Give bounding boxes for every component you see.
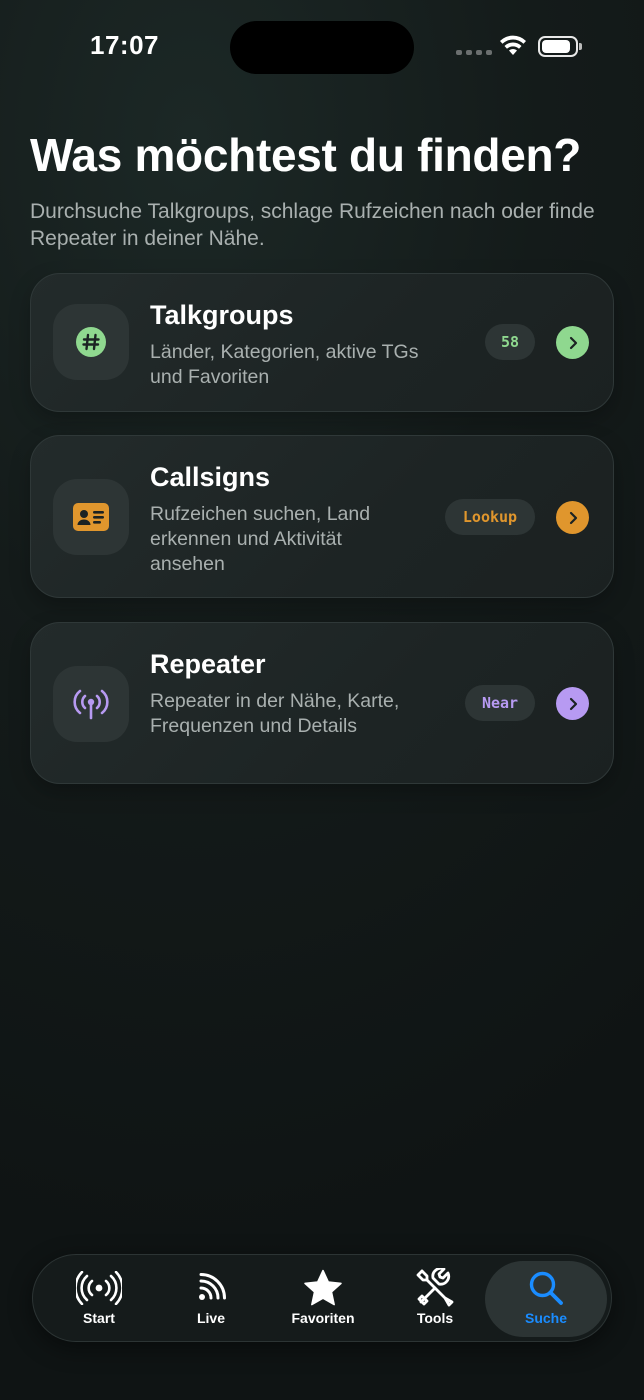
card-title: Callsigns [150,462,271,492]
tab-live[interactable]: Live [155,1261,267,1337]
battery-fill [542,40,571,53]
tab-tools[interactable]: Tools [379,1261,491,1337]
card-description: Repeater in der Nähe, Karte, Frequenzen … [150,690,400,737]
near-badge: Near [465,685,535,721]
tab-bar: Start Live Favoriten Tools Suche [32,1254,612,1342]
lookup-badge: Lookup [445,499,535,535]
card-description: Rufzeichen suchen, Land erkennen und Akt… [150,503,371,575]
tab-label: Start [83,1310,115,1326]
card-talkgroups[interactable]: Talkgroups Länder, Kategorien, aktive TG… [30,273,614,412]
tools-icon [416,1268,454,1307]
dynamic-island [230,21,414,74]
tab-label: Live [196,1310,225,1326]
id-card-icon [73,503,109,531]
tab-label: Suche [524,1310,567,1326]
search-icon [529,1271,563,1305]
rss-icon [199,1273,226,1300]
wifi-icon [498,34,528,63]
tab-label: Favoriten [291,1310,355,1326]
antenna-icon [73,689,109,720]
tab-start[interactable]: Start [43,1261,155,1337]
broadcast-icon [76,1271,122,1305]
count-badge: 58 [485,324,535,360]
card-icon-box [53,304,129,380]
cellular-signal-icon [456,50,492,55]
card-title: Talkgroups [150,300,294,330]
status-time: 17:07 [90,30,159,60]
chevron-right-icon[interactable] [556,687,589,720]
card-description: Länder, Kategorien, aktive TGs und Favor… [150,341,419,388]
tab-suche[interactable]: Suche [485,1261,607,1337]
chevron-right-icon[interactable] [556,326,589,359]
status-bar: 17:07 [0,0,644,96]
card-callsigns[interactable]: Callsigns Rufzeichen suchen, Land erkenn… [30,435,614,598]
card-title: Repeater [150,649,266,679]
card-icon-box [53,479,129,555]
hashtag-icon [76,327,106,357]
card-repeater[interactable]: Repeater Repeater in der Nähe, Karte, Fr… [30,622,614,784]
page-subtitle: Durchsuche Talkgroups, schlage Rufzeiche… [30,200,595,250]
star-icon [304,1269,342,1306]
tab-label: Tools [416,1310,454,1326]
page-title: Was möchtest du finden? [30,129,582,181]
card-icon-box [53,666,129,742]
tab-favoriten[interactable]: Favoriten [267,1261,379,1337]
chevron-right-icon[interactable] [556,501,589,534]
battery-icon [538,36,582,57]
